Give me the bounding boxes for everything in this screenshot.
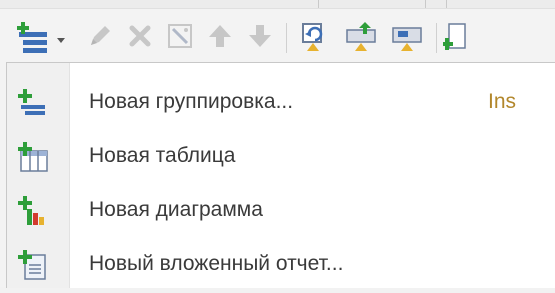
- add-dropdown-menu: Новая группировка... Ins Новая таблица Н…: [6, 62, 555, 288]
- pencil-icon: [91, 25, 110, 45]
- delete-button[interactable]: [120, 9, 160, 62]
- panel-top-strip: [0, 0, 555, 9]
- move-into-icon: [346, 21, 376, 51]
- level-up-button[interactable]: [292, 9, 338, 62]
- arrow-up-icon: [209, 24, 231, 47]
- menu-item-label: Новая группировка...: [89, 90, 294, 113]
- divider: [425, 0, 426, 8]
- menu-item-new-table[interactable]: Новая таблица: [7, 129, 555, 185]
- settings-wand-icon: [168, 23, 192, 48]
- menu-item-shortcut: Ins: [488, 90, 517, 113]
- move-into-button[interactable]: [338, 9, 384, 62]
- move-out-button[interactable]: [384, 9, 430, 62]
- new-table-icon: [18, 142, 48, 172]
- new-nested-report-icon: [18, 250, 46, 280]
- divider: [446, 0, 447, 8]
- menu-item-label: Новая диаграмма: [89, 198, 263, 221]
- toolbar-separator: [436, 23, 437, 53]
- add-item-icon: [443, 22, 466, 50]
- divider: [318, 0, 319, 8]
- edit-button[interactable]: [80, 9, 120, 62]
- move-out-icon: [392, 26, 422, 51]
- menu-item-new-grouping[interactable]: Новая группировка... Ins: [7, 75, 555, 131]
- add-grouping-icon: [17, 21, 65, 53]
- menu-item-label: Новый вложенный отчет...: [89, 252, 344, 275]
- move-down-button[interactable]: [240, 9, 280, 62]
- add-item-button[interactable]: [440, 9, 470, 62]
- delete-icon: [129, 25, 151, 46]
- toolbar: [0, 9, 555, 62]
- add-grouping-button[interactable]: [8, 9, 74, 62]
- menu-item-new-chart[interactable]: Новая диаграмма: [7, 183, 555, 239]
- menu-item-new-nested-report[interactable]: Новый вложенный отчет...: [7, 237, 555, 293]
- menu-item-label: Новая таблица: [89, 144, 236, 167]
- chevron-down-icon: [57, 37, 65, 43]
- new-chart-icon: [18, 196, 44, 225]
- new-grouping-icon: [18, 89, 45, 115]
- settings-wand-button[interactable]: [160, 9, 200, 62]
- move-level-up-icon: [302, 22, 323, 51]
- arrow-down-icon: [249, 24, 271, 47]
- toolbar-separator: [286, 23, 287, 53]
- move-up-button[interactable]: [200, 9, 240, 62]
